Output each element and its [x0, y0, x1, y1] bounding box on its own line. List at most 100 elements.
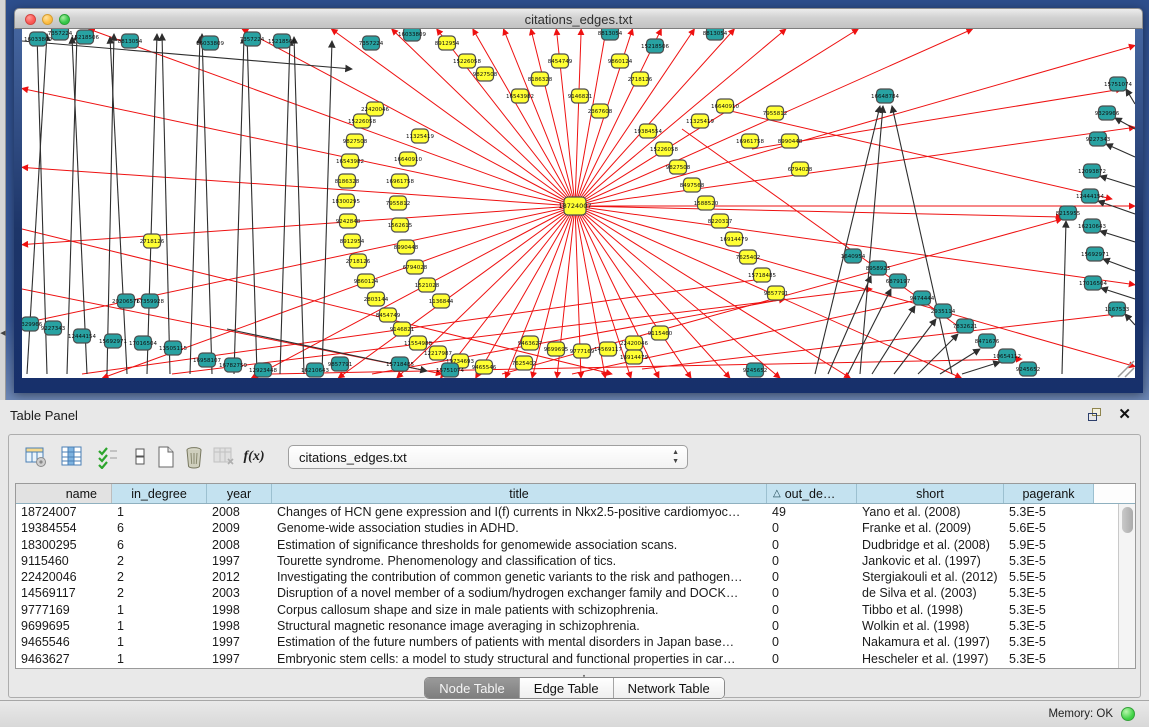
tab-edge-table[interactable]: Edge Table — [520, 678, 614, 698]
new-table-icon[interactable] — [153, 444, 179, 470]
cell-short[interactable]: Wolkin et al. (1998) — [857, 618, 1004, 634]
graph-node[interactable]: 7357224 — [240, 32, 265, 46]
cell-name[interactable]: 18300295 — [16, 537, 112, 553]
panel-drag-handle[interactable]: ▪ — [580, 674, 588, 679]
graph-node[interactable]: 1562615 — [388, 218, 413, 232]
graph-node[interactable]: 9474444 — [910, 291, 935, 305]
cell-out_degree[interactable]: 0 — [767, 553, 857, 569]
cell-year[interactable]: 1997 — [207, 634, 272, 650]
graph-node[interactable]: 9465546 — [472, 360, 497, 374]
graph-node[interactable]: 9827508 — [343, 134, 368, 148]
tab-network-table[interactable]: Network Table — [614, 678, 724, 698]
graph-node[interactable]: 7955812 — [763, 106, 788, 120]
cell-title[interactable]: Disruption of a novel member of a sodium… — [272, 585, 767, 601]
graph-node[interactable]: 16210643 — [1078, 219, 1106, 233]
cell-pagerank[interactable]: 5.3E-5 — [1004, 651, 1094, 667]
cell-pagerank[interactable]: 5.9E-5 — [1004, 537, 1094, 553]
graph-node[interactable]: 16782759 — [219, 358, 247, 372]
graph-node[interactable]: 9329966 — [1095, 106, 1120, 120]
cell-out_degree[interactable]: 0 — [767, 618, 857, 634]
cell-out_degree[interactable]: 0 — [767, 634, 857, 650]
cell-pagerank[interactable]: 5.3E-5 — [1004, 602, 1094, 618]
table-row[interactable]: 946362711997Embryonic stem cells: a mode… — [16, 651, 1118, 667]
graph-node[interactable]: 14569117 — [594, 342, 622, 356]
graph-node[interactable]: 11325419 — [406, 129, 434, 143]
graph-node[interactable]: 8220317 — [708, 214, 733, 228]
graph-node[interactable]: 16210643 — [301, 363, 329, 377]
graph-node[interactable]: 9227343 — [41, 321, 66, 335]
table-select-dropdown[interactable]: citations_edges.txt ▲▼ — [288, 445, 688, 469]
cell-year[interactable]: 1997 — [207, 553, 272, 569]
cell-title[interactable]: Embryonic stem cells: a model to study s… — [272, 651, 767, 667]
graph-node[interactable]: 15218506 — [71, 30, 99, 44]
graph-node[interactable]: 15218506 — [268, 34, 296, 48]
table-row[interactable]: 1872400712008Changes of HCN gene express… — [16, 504, 1118, 520]
graph-node[interactable]: 6879197 — [886, 274, 911, 288]
table-row[interactable]: 911546021997Tourette syndrome. Phenomeno… — [16, 553, 1118, 569]
graph-node[interactable]: 8912954 — [340, 234, 365, 248]
cell-out_degree[interactable]: 0 — [767, 520, 857, 536]
network-canvas[interactable]: 1522605898275081654398281863281830029592… — [22, 29, 1135, 378]
graph-node[interactable]: 8497568 — [680, 178, 705, 192]
table-row[interactable]: 946554611997Estimation of the future num… — [16, 634, 1118, 650]
cell-year[interactable]: 2008 — [207, 504, 272, 520]
graph-node[interactable]: 1640954 — [841, 249, 866, 263]
graph-node[interactable]: 9146821 — [568, 89, 593, 103]
column-header-name[interactable]: name — [16, 484, 112, 503]
graph-node[interactable]: 7625402 — [512, 356, 537, 370]
graph-node[interactable]: 9699695 — [544, 342, 569, 356]
graph-node[interactable]: 8990448 — [394, 240, 419, 254]
graph-node[interactable]: 2718126 — [628, 72, 653, 86]
cell-short[interactable]: Stergiakouli et al. (2012) — [857, 569, 1004, 585]
cell-title[interactable]: Genome-wide association studies in ADHD. — [272, 520, 767, 536]
cell-in_degree[interactable]: 2 — [112, 553, 207, 569]
graph-node[interactable]: 13505115 — [159, 341, 187, 355]
table-row[interactable]: 969969511998Structural magnetic resonanc… — [16, 618, 1118, 634]
graph-node[interactable]: 8471676 — [975, 334, 1000, 348]
graph-node[interactable]: 9827508 — [473, 67, 498, 81]
cell-name[interactable]: 22420046 — [16, 569, 112, 585]
column-header-title[interactable]: title — [272, 484, 767, 503]
graph-node[interactable]: 7357224 — [359, 36, 384, 50]
graph-node[interactable]: 1167533 — [1105, 302, 1130, 316]
cell-title[interactable]: Structural magnetic resonance image aver… — [272, 618, 767, 634]
cell-year[interactable]: 2003 — [207, 585, 272, 601]
graph-node[interactable]: 12444154 — [68, 329, 96, 343]
graph-node[interactable]: 2935114 — [931, 304, 956, 318]
cell-short[interactable]: Yano et al. (2008) — [857, 504, 1004, 520]
cell-year[interactable]: 2012 — [207, 569, 272, 585]
column-header-in_degree[interactable]: in_degree — [112, 484, 207, 503]
table-options-icon[interactable] — [23, 444, 49, 470]
graph-node[interactable]: 15751074 — [1104, 77, 1132, 91]
graph-node[interactable]: 17359928 — [136, 294, 164, 308]
graph-node[interactable]: 16640910 — [394, 152, 422, 166]
graph-node[interactable]: 2718126 — [140, 234, 165, 248]
cell-in_degree[interactable]: 6 — [112, 537, 207, 553]
graph-node[interactable]: 2803144 — [364, 292, 389, 306]
graph-node[interactable]: 9245652 — [743, 363, 768, 377]
graph-node[interactable]: 9463627 — [518, 336, 543, 350]
cell-title[interactable]: Corpus callosum shape and size in male p… — [272, 602, 767, 618]
graph-node[interactable]: 12093872 — [1078, 164, 1106, 178]
graph-node[interactable]: 2367608 — [588, 104, 613, 118]
row-height-icon[interactable] — [127, 444, 153, 470]
cell-name[interactable]: 14569117 — [16, 585, 112, 601]
graph-node[interactable]: 9245652 — [1016, 362, 1041, 376]
cell-name[interactable]: 9777169 — [16, 602, 112, 618]
cell-in_degree[interactable]: 6 — [112, 520, 207, 536]
graph-node[interactable]: 8186328 — [528, 72, 553, 86]
graph-node[interactable]: 8912954 — [435, 36, 460, 50]
graph-node[interactable]: 17016504 — [1079, 276, 1107, 290]
cell-pagerank[interactable]: 5.3E-5 — [1004, 585, 1094, 601]
cell-out_degree[interactable]: 0 — [767, 651, 857, 667]
cell-pagerank[interactable]: 5.5E-5 — [1004, 569, 1094, 585]
cell-out_degree[interactable]: 0 — [767, 602, 857, 618]
cell-short[interactable]: Franke et al. (2009) — [857, 520, 1004, 536]
table-row[interactable]: 1456911722003Disruption of a novel membe… — [16, 585, 1118, 601]
cell-pagerank[interactable]: 5.3E-5 — [1004, 618, 1094, 634]
column-visibility-icon[interactable] — [59, 444, 85, 470]
cell-short[interactable]: de Silva et al. (2003) — [857, 585, 1004, 601]
cell-in_degree[interactable]: 1 — [112, 634, 207, 650]
row-selection-icon[interactable] — [95, 444, 121, 470]
close-panel-icon[interactable]: ✕ — [1118, 405, 1131, 423]
